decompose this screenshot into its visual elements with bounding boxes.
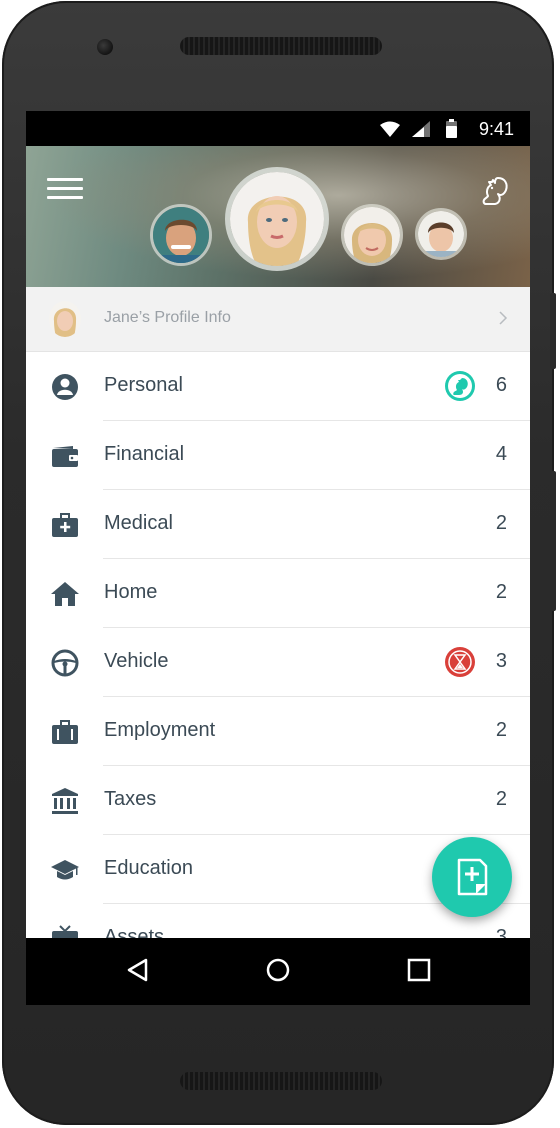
category-count: 2 [495, 719, 507, 741]
cell-signal-icon [412, 121, 430, 137]
bank-icon [52, 788, 78, 814]
category-count: 4 [495, 443, 507, 465]
girl-avatar[interactable] [341, 204, 403, 266]
squirrel-icon[interactable] [478, 174, 510, 206]
person-icon [52, 374, 78, 400]
status-bar: 9:41 [26, 111, 530, 146]
add-document-icon [457, 858, 488, 896]
category-count: 2 [495, 788, 507, 810]
category-label: Vehicle [104, 650, 169, 672]
battery-icon [446, 119, 457, 138]
screen: 9:41 Jane’s Profile Info Personal 6 Fina… [26, 111, 530, 1005]
category-item-financial[interactable]: Financial 4 [26, 421, 530, 490]
hamburger-menu-icon[interactable] [47, 178, 83, 200]
power-button [550, 293, 556, 369]
top-speaker [180, 37, 382, 55]
bottom-speaker [180, 1072, 382, 1090]
category-label: Taxes [104, 788, 157, 810]
category-item-home[interactable]: Home 2 [26, 559, 530, 628]
front-camera [97, 39, 113, 55]
category-item-medical[interactable]: Medical 2 [26, 490, 530, 559]
jane-avatar[interactable] [225, 167, 329, 271]
volume-button [550, 471, 556, 611]
profile-info-row[interactable]: Jane’s Profile Info [26, 287, 530, 352]
chevron-right-icon [499, 311, 508, 325]
category-count: 2 [495, 512, 507, 534]
category-label: Employment [104, 719, 216, 741]
category-count: 6 [495, 374, 507, 396]
house-icon [51, 582, 79, 606]
category-label: Education [104, 857, 193, 879]
system-nav-bar [26, 938, 530, 1005]
graduation-cap-icon [51, 860, 79, 880]
hourglass-badge-icon [445, 647, 475, 677]
steering-wheel-icon [51, 649, 79, 677]
add-document-button[interactable] [432, 837, 512, 917]
profile-info-label: Jane’s Profile Info [104, 309, 231, 326]
jane-thumbnail [49, 301, 81, 337]
category-item-taxes[interactable]: Taxes 2 [26, 766, 530, 835]
category-item-personal[interactable]: Personal 6 [26, 352, 530, 421]
category-label: Home [104, 581, 158, 603]
category-item-vehicle[interactable]: Vehicle 3 [26, 628, 530, 697]
category-count: 2 [495, 581, 507, 603]
briefcase-icon [52, 720, 78, 744]
category-count: 3 [495, 650, 507, 672]
wallet-icon [52, 446, 78, 467]
category-label: Financial [104, 443, 185, 465]
man-avatar[interactable] [150, 204, 212, 266]
status-time: 9:41 [478, 119, 514, 139]
squirrel-badge-icon [445, 371, 475, 401]
medical-kit-icon [52, 513, 78, 537]
recents-icon[interactable] [407, 958, 431, 982]
category-label: Personal [104, 374, 183, 396]
boy-avatar[interactable] [415, 208, 467, 260]
home-circle-icon[interactable] [266, 958, 290, 982]
category-label: Medical [104, 512, 173, 534]
profile-header [26, 146, 530, 287]
back-icon[interactable] [126, 958, 150, 982]
category-item-employment[interactable]: Employment 2 [26, 697, 530, 766]
wifi-icon [380, 121, 400, 137]
